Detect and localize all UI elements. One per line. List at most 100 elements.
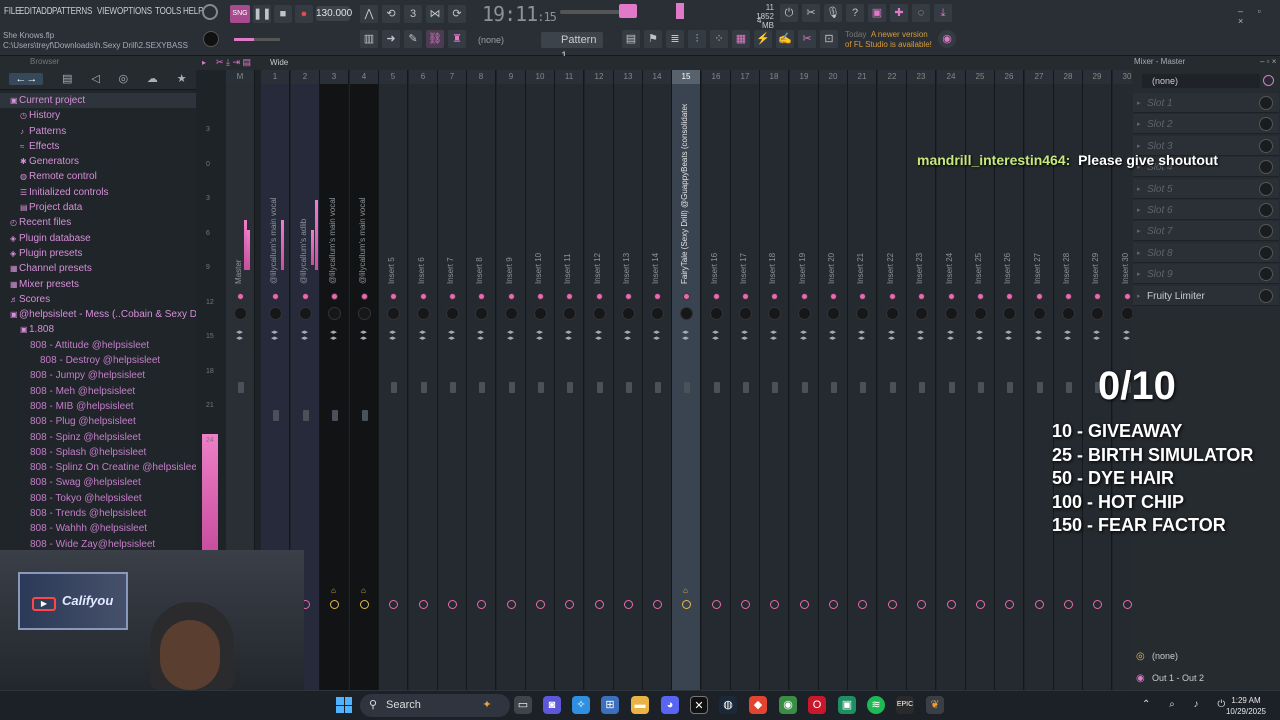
stereo-separation-icon[interactable]: ◂▸ ◂▸ xyxy=(947,329,954,342)
route-knob[interactable] xyxy=(536,600,545,609)
arrow-icon[interactable]: ➜ xyxy=(382,30,400,48)
track-enable-led[interactable] xyxy=(420,293,427,300)
browser-folder-item[interactable]: ▦Mixer presets xyxy=(0,277,196,292)
track-enable-led[interactable] xyxy=(237,293,244,300)
slot-menu-icon[interactable]: ▸ xyxy=(1137,185,1141,193)
effect-slot[interactable]: ▸ Slot 7 xyxy=(1133,221,1279,242)
plugin-manager-icon[interactable]: ✚ xyxy=(890,4,908,22)
save-icon[interactable]: ▣ xyxy=(868,4,886,22)
pan-knob[interactable] xyxy=(446,307,459,320)
stereo-separation-icon[interactable]: ◂▸ ◂▸ xyxy=(624,329,631,342)
pan-knob[interactable] xyxy=(651,307,664,320)
mixer-track[interactable]: 6 Insert 6 ◂▸ ◂▸ xyxy=(409,70,438,690)
route-knob[interactable] xyxy=(712,600,721,609)
slot-mix-knob[interactable] xyxy=(1259,224,1273,239)
pan-knob[interactable] xyxy=(739,307,752,320)
volume-fader[interactable] xyxy=(978,382,984,393)
pan-knob[interactable] xyxy=(387,307,400,320)
mixer-track[interactable]: 9 Insert 9 ◂▸ ◂▸ xyxy=(497,70,526,690)
mixer-track[interactable]: 14 Insert 14 ◂▸ ◂▸ xyxy=(643,70,672,690)
browser-folder-item[interactable]: ◈ Plugin database xyxy=(0,231,196,246)
track-name[interactable]: Insert 13 xyxy=(622,104,636,284)
browser-folder-item[interactable]: ▦Channel presets xyxy=(0,261,196,276)
track-name[interactable]: Insert 10 xyxy=(534,104,548,284)
stereo-separation-icon[interactable]: ◂▸ ◂▸ xyxy=(976,329,983,342)
mixer-menu-icon[interactable]: ▸ xyxy=(202,58,206,67)
track-name[interactable]: Insert 28 xyxy=(1062,104,1076,284)
track-name[interactable]: Insert 7 xyxy=(446,104,460,284)
track-name[interactable]: FairyTale (Sexy Drill) @GuappyBeats (con… xyxy=(680,104,694,284)
pan-knob[interactable] xyxy=(798,307,811,320)
stereo-separation-icon[interactable]: ◂▸ ◂▸ xyxy=(712,329,719,342)
help-icon[interactable]: ? xyxy=(846,4,864,22)
blend-icon[interactable]: ⋈ xyxy=(426,5,444,23)
pan-knob[interactable] xyxy=(974,307,987,320)
volume-fader[interactable] xyxy=(949,382,955,393)
browser-file-item[interactable]: 808 - Wahhh @helpsisleet xyxy=(0,521,196,536)
chrome-icon[interactable]: ◉ xyxy=(779,696,797,714)
fl-studio-icon[interactable]: ❦ xyxy=(926,696,944,714)
volume-fader[interactable] xyxy=(1037,382,1043,393)
slot-mix-knob[interactable] xyxy=(1259,267,1273,282)
track-enable-led[interactable] xyxy=(713,293,720,300)
browser-folder-item[interactable]: ≈ Effects xyxy=(0,139,196,154)
track-name[interactable]: Insert 14 xyxy=(651,104,665,284)
piano-icon[interactable]: ≣ xyxy=(666,30,684,48)
volume-fader[interactable] xyxy=(238,382,244,393)
pan-knob[interactable] xyxy=(710,307,723,320)
track-name[interactable]: Insert 11 xyxy=(563,104,577,284)
volume-fader[interactable] xyxy=(332,410,338,421)
track-name[interactable]: Insert 20 xyxy=(827,104,841,284)
mixer-track[interactable]: 20 Insert 20 ◂▸ ◂▸ xyxy=(819,70,848,690)
browser-folder-item[interactable]: ▤Project data xyxy=(0,200,196,215)
track-enable-led[interactable] xyxy=(331,293,338,300)
stereo-separation-icon[interactable]: ◂▸ ◂▸ xyxy=(858,329,865,342)
route-knob[interactable] xyxy=(419,600,428,609)
stereo-separation-icon[interactable]: ◂▸ ◂▸ xyxy=(1064,329,1071,342)
menu-help[interactable]: HELP xyxy=(183,6,203,17)
browser-folder-item[interactable]: ▣Current project xyxy=(0,93,196,109)
route-knob[interactable] xyxy=(947,600,956,609)
track-enable-led[interactable] xyxy=(771,293,778,300)
pan-knob[interactable] xyxy=(269,307,282,320)
track-enable-led[interactable] xyxy=(508,293,515,300)
stereo-separation-icon[interactable]: ◂▸ ◂▸ xyxy=(595,329,602,342)
stereo-separation-icon[interactable]: ◂▸ ◂▸ xyxy=(800,329,807,342)
track-enable-led[interactable] xyxy=(742,293,749,300)
stereo-separation-icon[interactable]: ◂▸ ◂▸ xyxy=(682,329,689,342)
track-name[interactable]: @lilycallum's main vocal xyxy=(358,104,372,284)
route-knob[interactable] xyxy=(1035,600,1044,609)
chat-icon[interactable]: ◌ xyxy=(912,4,930,22)
mixer-track[interactable]: 10 Insert 10 ◂▸ ◂▸ xyxy=(526,70,555,690)
epic-games-icon[interactable]: EPIC xyxy=(896,696,914,714)
track-enable-led[interactable] xyxy=(537,293,544,300)
browser-tabs[interactable]: ←→ ▤ ◁ ◎ ☁ ★ xyxy=(0,68,196,90)
stereo-separation-icon[interactable]: ◂▸ ◂▸ xyxy=(330,329,337,342)
mixer-track[interactable]: 8 Insert 8 ◂▸ ◂▸ xyxy=(467,70,496,690)
slot-mix-knob[interactable] xyxy=(1259,138,1273,153)
menu-patterns[interactable]: PATTERNS xyxy=(52,6,92,17)
pan-knob[interactable] xyxy=(563,307,576,320)
stereo-separation-icon[interactable]: ◂▸ ◂▸ xyxy=(770,329,777,342)
track-enable-led[interactable] xyxy=(859,293,866,300)
track-enable-led[interactable] xyxy=(654,293,661,300)
pan-knob[interactable] xyxy=(622,307,635,320)
microphone-icon[interactable]: 🎙 xyxy=(824,4,842,22)
bottom-input-select[interactable]: (none) xyxy=(1132,648,1280,664)
widgets-icon[interactable]: ✦ xyxy=(478,696,496,714)
browser-folder-item[interactable]: ◍ Remote control xyxy=(0,169,196,184)
volume-fader[interactable] xyxy=(273,410,279,421)
track-name[interactable]: @lilycallum's main vocal xyxy=(328,104,342,284)
route-knob[interactable] xyxy=(360,600,369,609)
task-view-icon[interactable]: ▭ xyxy=(514,696,532,714)
loop-record-icon[interactable]: ⟳ xyxy=(448,5,466,23)
mixer-track[interactable]: 4 @lilycallum's main vocal ◂▸ ◂▸ ⌂ xyxy=(350,70,379,690)
effect-slot[interactable]: ▸ Slot 2 xyxy=(1133,114,1279,135)
stop-icon[interactable]: ■ xyxy=(274,5,292,23)
template-icon[interactable]: ⊡ xyxy=(820,30,838,48)
mixer-track[interactable]: 13 Insert 13 ◂▸ ◂▸ xyxy=(614,70,643,690)
track-enable-led[interactable] xyxy=(596,293,603,300)
mixer-tools-icon[interactable]: ✂ ⤓ ⇥ ▤ xyxy=(216,57,251,68)
mixer-track[interactable]: 18 Insert 18 ◂▸ ◂▸ xyxy=(760,70,789,690)
browser-files-tab[interactable]: ▤ xyxy=(62,72,72,85)
